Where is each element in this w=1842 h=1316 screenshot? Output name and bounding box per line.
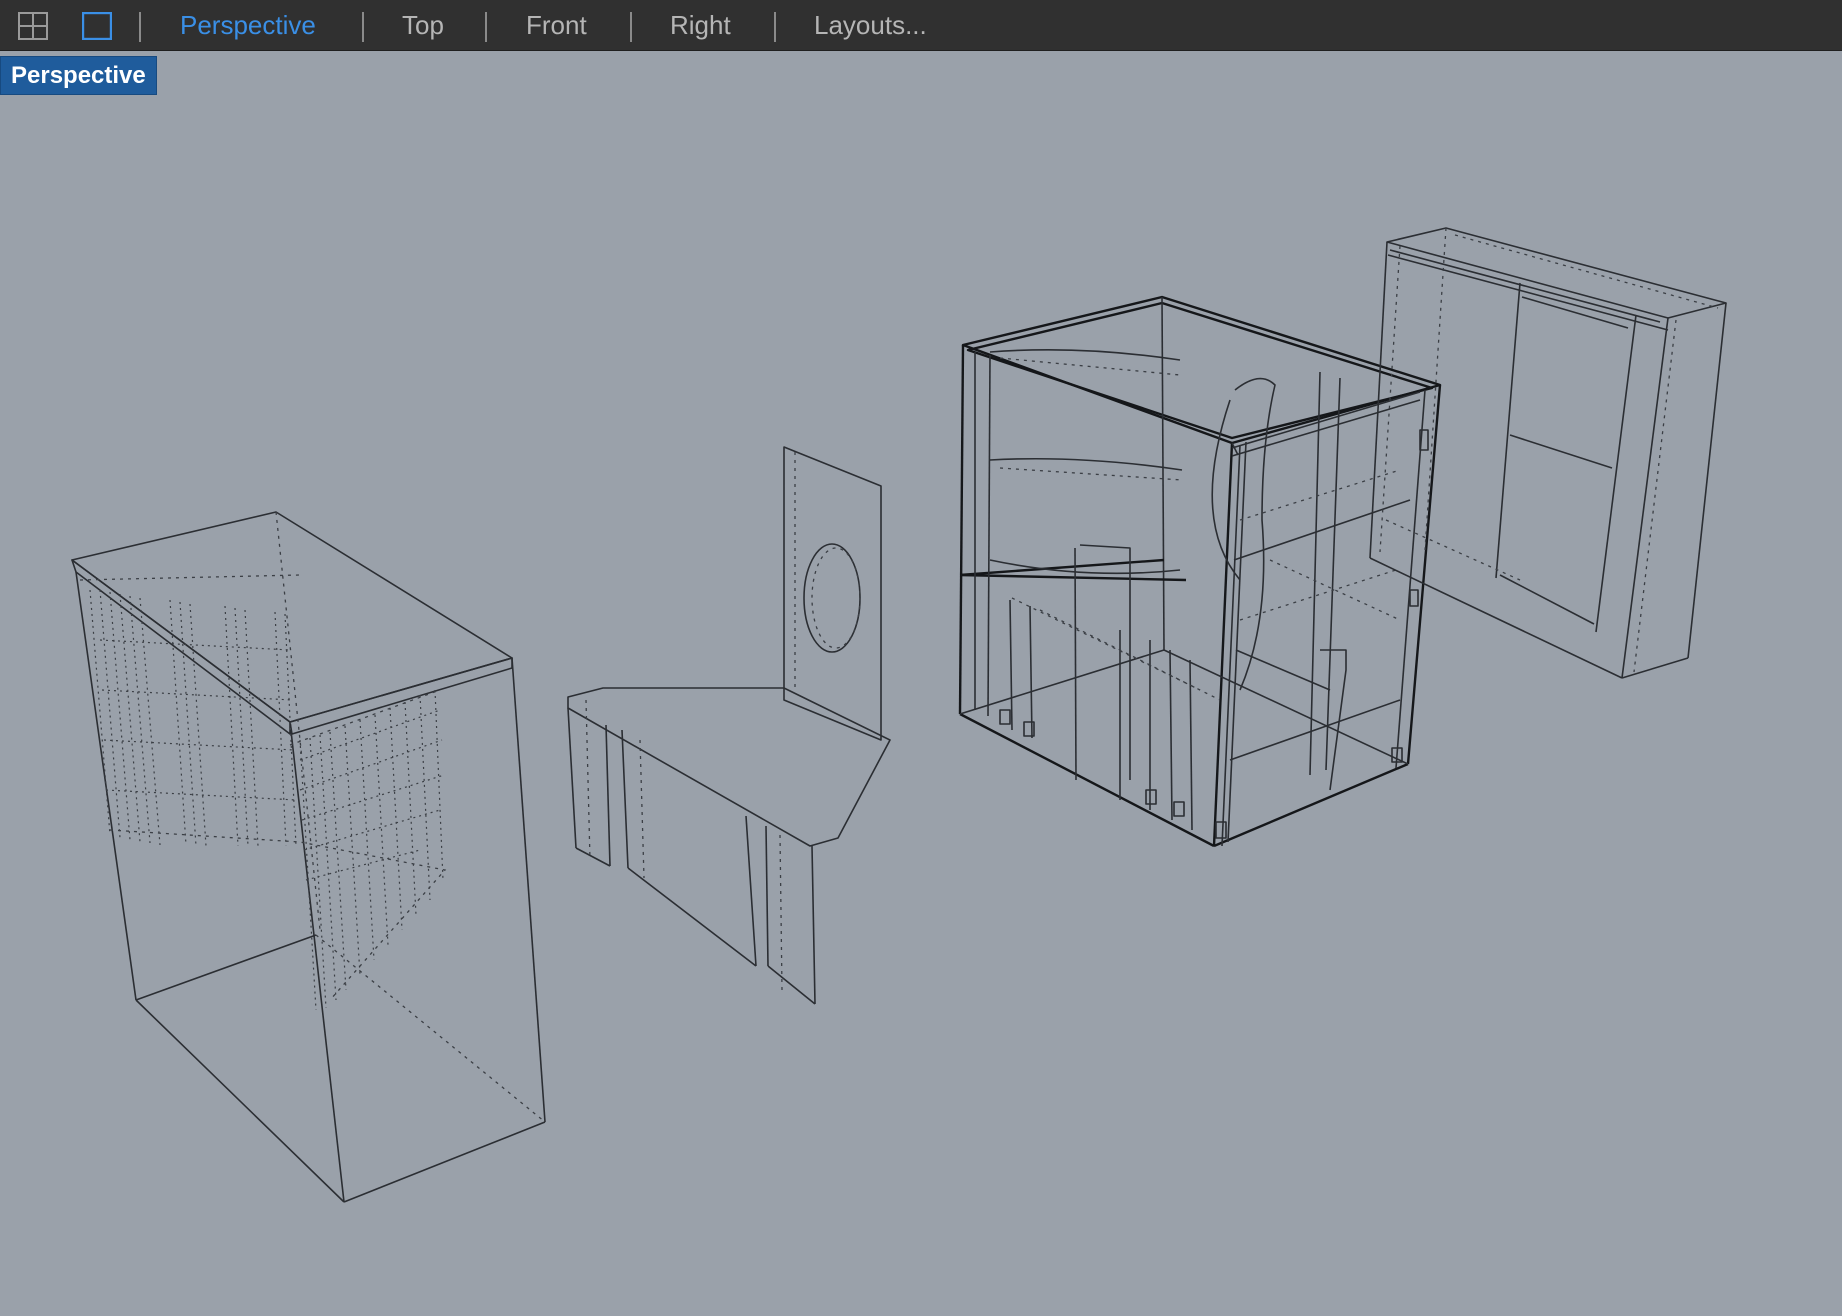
wireframe-cabinet-left[interactable] [71,511,546,1203]
viewport-canvas[interactable] [0,0,1842,1316]
wireframe-desk-panel[interactable] [567,446,891,1005]
wireframe-frame-assembly[interactable] [958,295,1442,848]
wireframe-back-panel[interactable] [1369,227,1727,679]
